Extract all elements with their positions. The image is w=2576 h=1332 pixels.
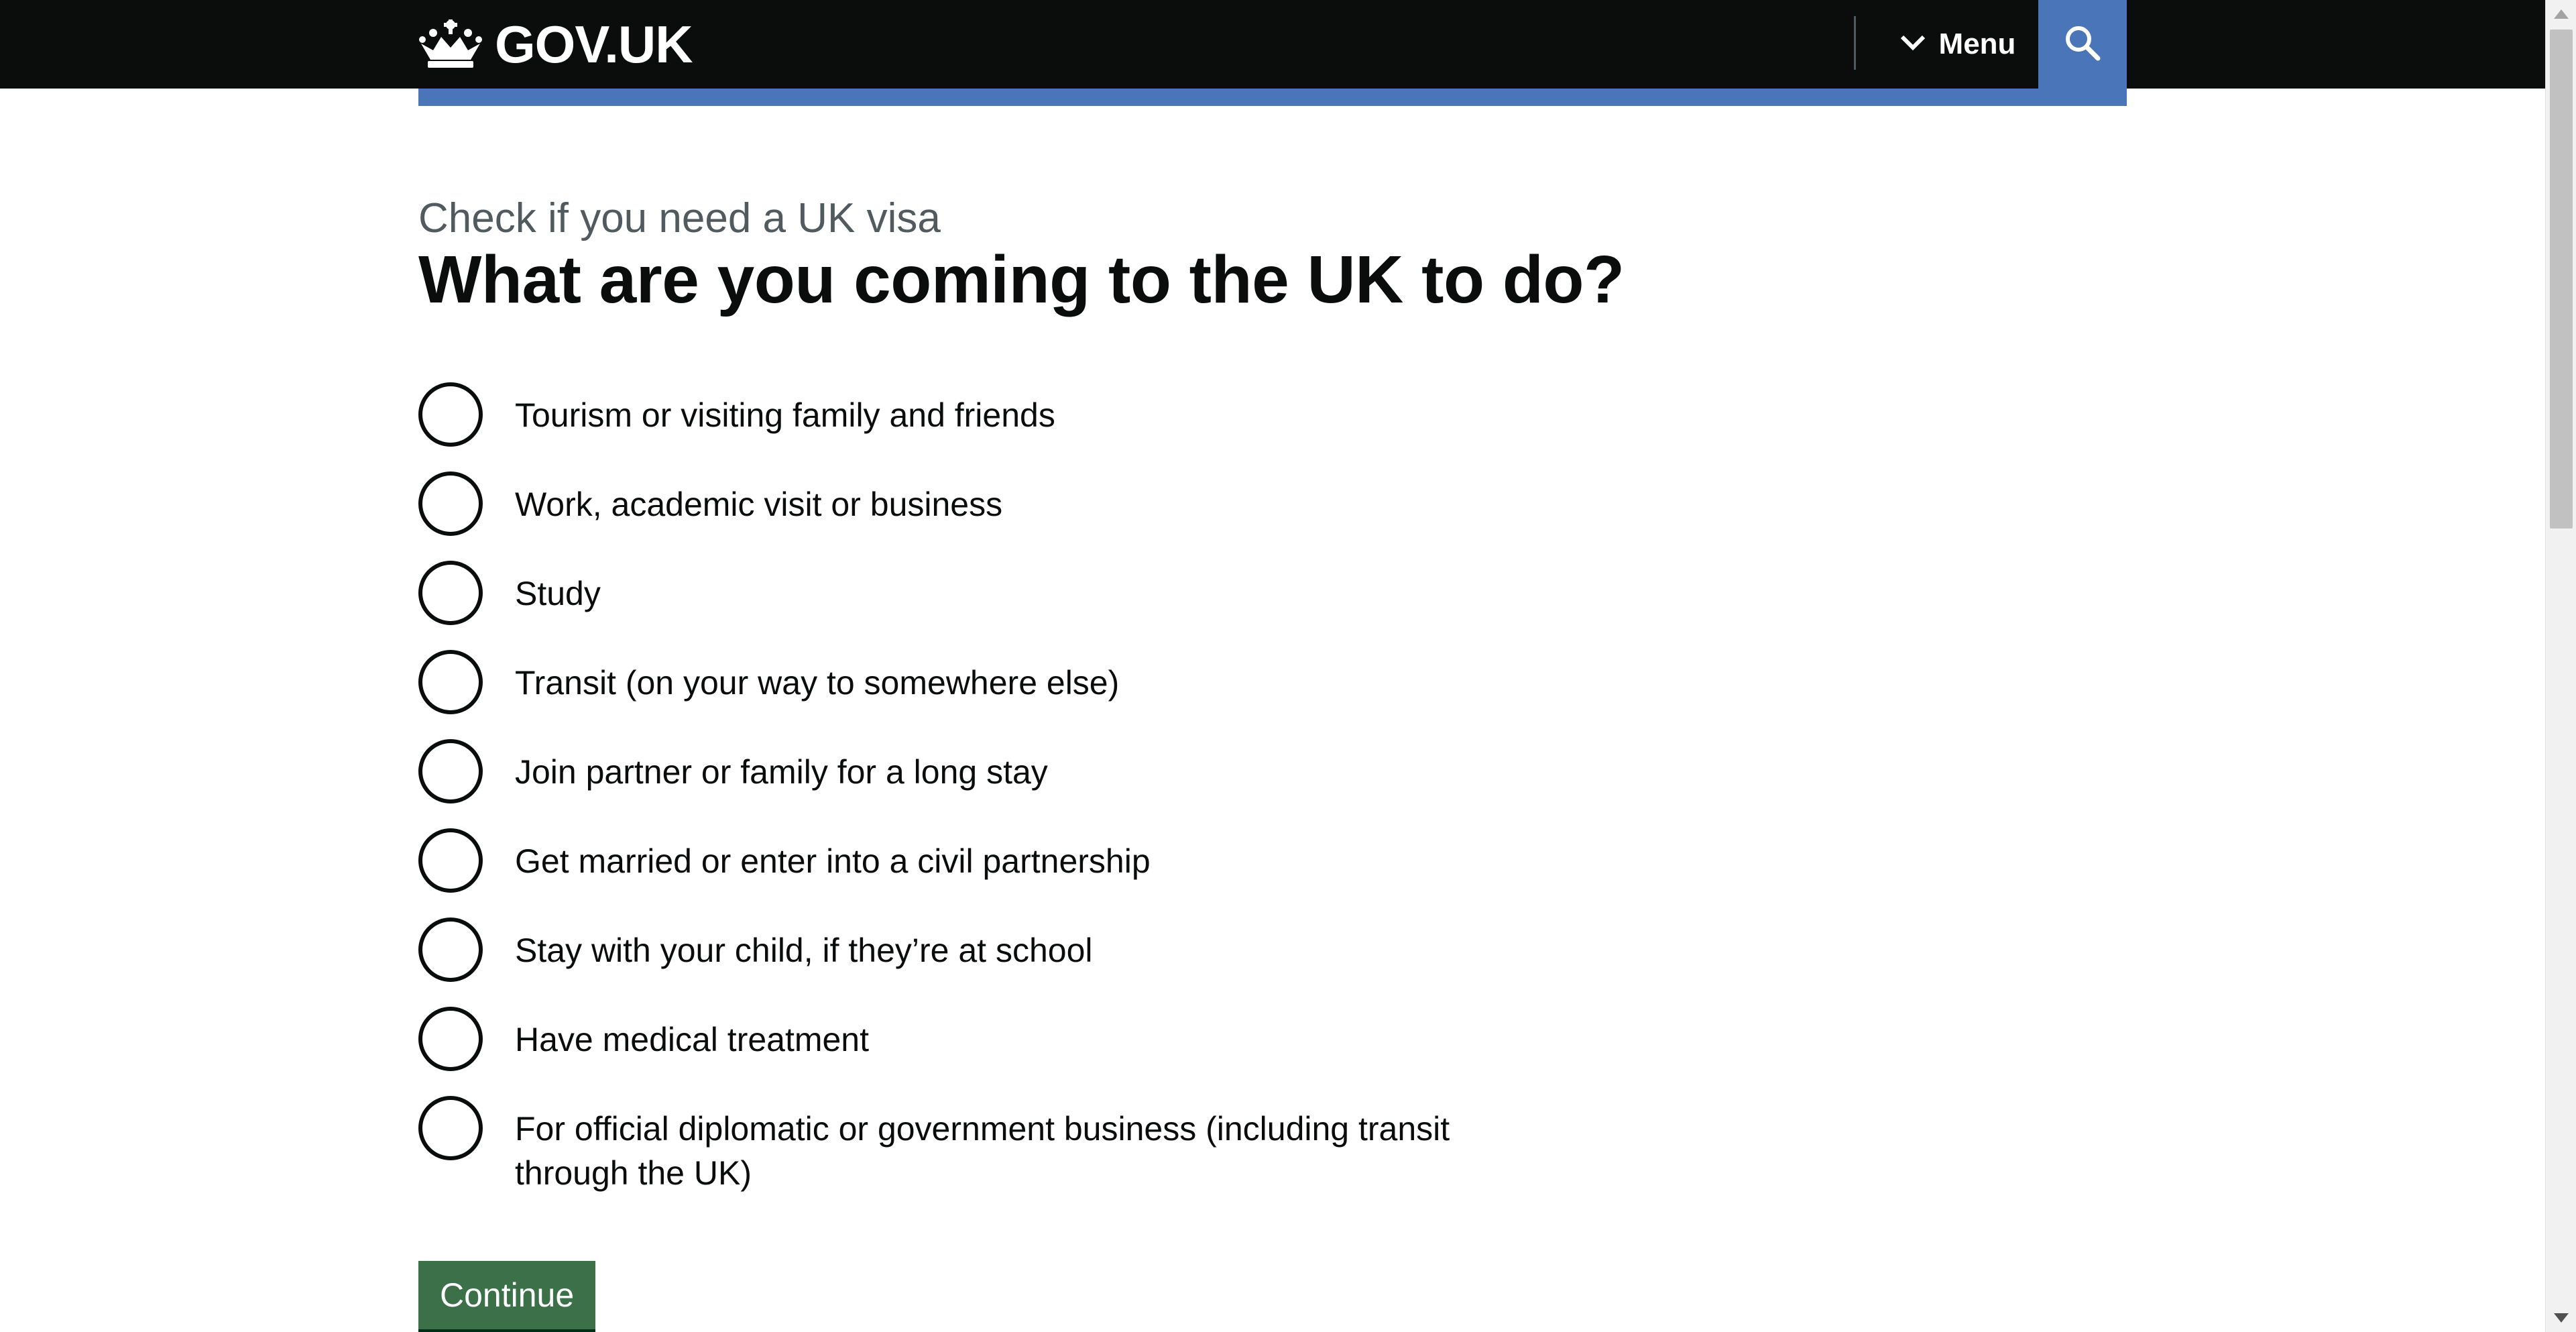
radio-label[interactable]: Transit (on your way to somewhere else) bbox=[515, 647, 1119, 705]
site-header: GOV.UK Menu bbox=[0, 0, 2545, 89]
radio-button[interactable] bbox=[418, 739, 483, 803]
continue-button[interactable]: Continue bbox=[418, 1261, 596, 1329]
logo-text: GOV.UK bbox=[495, 15, 693, 74]
radio-button[interactable] bbox=[418, 650, 483, 714]
radio-label[interactable]: Stay with your child, if they’re at scho… bbox=[515, 915, 1093, 973]
header-accent-bar bbox=[418, 89, 2127, 106]
purpose-radio-group: Tourism or visiting family and friends W… bbox=[418, 380, 1558, 1214]
radio-label[interactable]: Have medical treatment bbox=[515, 1004, 869, 1062]
scroll-thumb[interactable] bbox=[2550, 30, 2573, 529]
radio-option-diplomatic[interactable]: For official diplomatic or government bu… bbox=[418, 1093, 1558, 1214]
radio-option-transit[interactable]: Transit (on your way to somewhere else) bbox=[418, 647, 1558, 736]
radio-label[interactable]: Join partner or family for a long stay bbox=[515, 736, 1048, 794]
scroll-down-arrow-icon[interactable] bbox=[2554, 1313, 2569, 1323]
radio-option-study[interactable]: Study bbox=[418, 558, 1558, 647]
radio-option-child-school[interactable]: Stay with your child, if they’re at scho… bbox=[418, 915, 1558, 1004]
radio-option-medical[interactable]: Have medical treatment bbox=[418, 1004, 1558, 1093]
govuk-logo-link[interactable]: GOV.UK bbox=[418, 15, 693, 74]
crown-icon bbox=[418, 19, 483, 69]
radio-label[interactable]: Study bbox=[515, 558, 601, 616]
radio-option-tourism[interactable]: Tourism or visiting family and friends bbox=[418, 380, 1558, 469]
radio-button[interactable] bbox=[418, 561, 483, 625]
menu-button[interactable]: Menu bbox=[1877, 0, 2038, 89]
radio-option-work[interactable]: Work, academic visit or business bbox=[418, 469, 1558, 558]
radio-button[interactable] bbox=[418, 828, 483, 893]
search-button[interactable] bbox=[2038, 0, 2127, 89]
menu-label: Menu bbox=[1938, 27, 2016, 60]
radio-label[interactable]: Tourism or visiting family and friends bbox=[515, 380, 1055, 437]
radio-button[interactable] bbox=[418, 1096, 483, 1160]
radio-label[interactable]: Work, academic visit or business bbox=[515, 469, 1002, 526]
radio-button[interactable] bbox=[418, 471, 483, 536]
radio-option-join-family[interactable]: Join partner or family for a long stay bbox=[418, 736, 1558, 826]
search-icon bbox=[2064, 24, 2101, 65]
radio-label[interactable]: For official diplomatic or government bu… bbox=[515, 1093, 1521, 1195]
page-caption: Check if you need a UK visa bbox=[418, 195, 941, 241]
radio-label[interactable]: Get married or enter into a civil partne… bbox=[515, 826, 1151, 883]
page-title: What are you coming to the UK to do? bbox=[418, 242, 1625, 317]
header-divider bbox=[1854, 16, 1856, 70]
radio-button[interactable] bbox=[418, 918, 483, 982]
chevron-down-icon bbox=[1900, 35, 1926, 54]
vertical-scrollbar[interactable] bbox=[2545, 0, 2576, 1332]
scroll-up-arrow-icon[interactable] bbox=[2554, 9, 2569, 19]
radio-button[interactable] bbox=[418, 1007, 483, 1071]
radio-button[interactable] bbox=[418, 382, 483, 447]
radio-option-marriage[interactable]: Get married or enter into a civil partne… bbox=[418, 826, 1558, 915]
